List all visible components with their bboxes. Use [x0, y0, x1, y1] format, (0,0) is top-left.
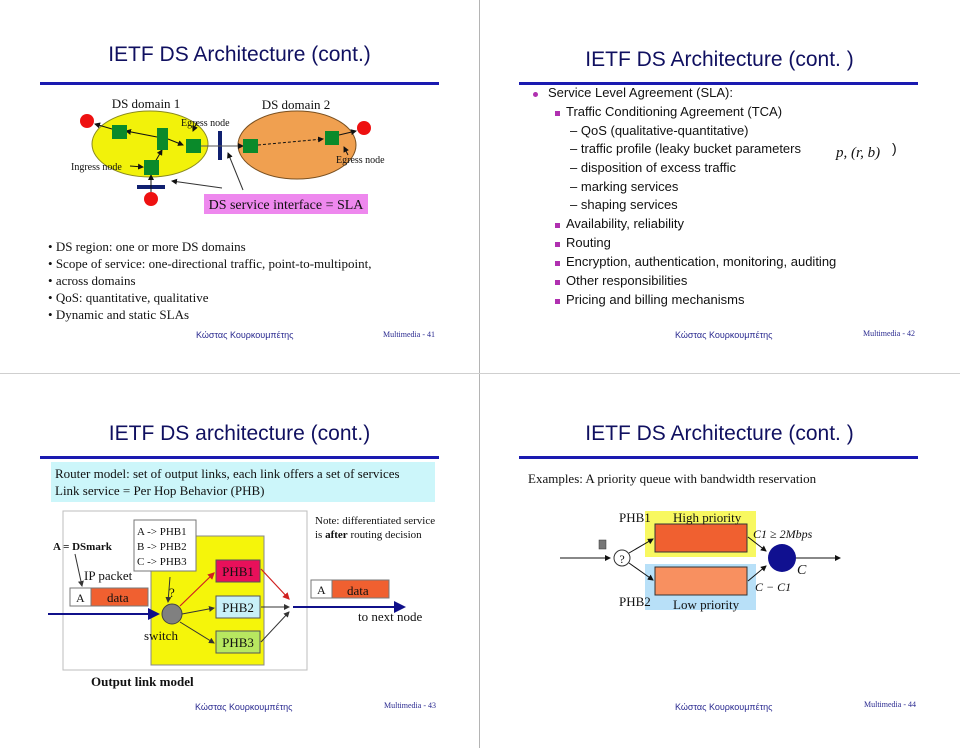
item-other: Other responsibilities	[566, 273, 688, 288]
item-availability: Availability, reliability	[566, 216, 685, 231]
bullet-square-icon	[555, 299, 560, 304]
node-interior-1	[112, 125, 127, 139]
node-domain2-ingress	[243, 139, 258, 153]
footer-author: Κώστας Κουρκουμπέτης	[195, 702, 293, 712]
bullet-square-icon	[555, 280, 560, 285]
out-packet-data-label: data	[347, 583, 369, 598]
leaky-bucket-formula: p, (r, b)	[836, 145, 881, 161]
high-priority-queue	[654, 523, 748, 553]
item-disposition: – disposition of excess traffic	[570, 160, 736, 175]
priority-queue-diagram: High priority Low priority PHB1 PHB2 ? C…	[560, 510, 841, 612]
endpoint-bottom	[144, 192, 158, 206]
footer-page-number: Multimedia - 43	[384, 701, 436, 710]
bullet-item: • Scope of service: one-directional traf…	[48, 256, 372, 271]
low-priority-label: Low priority	[673, 597, 740, 612]
out-packet-header-label: A	[317, 583, 326, 597]
question-mark: ?	[169, 585, 175, 600]
phb1-label: PHB1	[619, 510, 651, 525]
output-link-model-diagram: A -> PHB1 B -> PHB2 C -> PHB3 A = DSmark…	[48, 510, 435, 689]
item-shaping: – shaping services	[570, 197, 678, 212]
ds-domains-diagram: DS service interface = SLA DS domain 1 D…	[71, 96, 385, 214]
endpoint-source-topleft	[80, 114, 94, 128]
mapping-row: A -> PHB1	[137, 526, 187, 538]
bullet-item: • across domains	[48, 273, 136, 288]
bullet-square-icon	[555, 223, 560, 228]
note-line-2: is after routing decision	[315, 529, 422, 541]
capacity-c-label: C	[797, 563, 807, 578]
node-interior-2	[157, 128, 168, 150]
footer-author: Κώστας Κουρκουμπέτης	[196, 330, 294, 340]
bullet-item: • QoS: quantitative, qualitative	[48, 290, 209, 305]
ds-domain-1-label: DS domain 1	[112, 96, 181, 111]
item-sla: Service Level Agreement (SLA):	[548, 85, 733, 100]
output-link-model-caption: Output link model	[91, 674, 194, 689]
phb1-label: PHB1	[222, 564, 254, 579]
bullet-square-icon	[555, 242, 560, 247]
c-minus-c1-label: C − C1	[755, 580, 791, 594]
bullet-item: • Dynamic and static SLAs	[48, 307, 190, 322]
packet-header-label: A	[76, 591, 85, 605]
slide-44: IETF DS Architecture (cont. ) Examples: …	[480, 374, 959, 747]
node-egress-2	[325, 131, 339, 145]
bullet-dot-icon	[533, 92, 538, 97]
node-egress-1	[186, 139, 201, 153]
sla-label: DS service interface = SLA	[209, 198, 365, 213]
egress-node-label-1: Egress node	[181, 118, 230, 129]
c1-bandwidth-label: C1 ≥ 2Mbps	[753, 527, 813, 541]
bullet-square-icon	[555, 111, 560, 116]
bullet-square-icon	[555, 261, 560, 266]
next-node-label: to next node	[358, 609, 422, 624]
footer-page-number: Multimedia - 41	[383, 330, 435, 339]
footer-author: Κώστας Κουρκουμπέτης	[675, 330, 773, 340]
mapping-row: C -> PHB3	[137, 556, 187, 568]
server-link-icon	[768, 544, 796, 572]
high-priority-label: High priority	[673, 510, 742, 525]
item-pricing: Pricing and billing mechanisms	[566, 292, 745, 307]
switch-icon	[161, 603, 183, 625]
footer-author: Κώστας Κουρκουμπέτης	[675, 702, 773, 712]
phb3-label: PHB3	[222, 635, 254, 650]
slide-42: IETF DS Architecture (cont. ) Service Le…	[480, 0, 959, 373]
item-encryption: Encryption, authentication, monitoring, …	[566, 254, 837, 269]
footer-page-number: Multimedia - 42	[863, 329, 915, 338]
formula-close-paren: )	[892, 140, 897, 156]
phb2-label: PHB2	[619, 594, 651, 609]
item-qos: – QoS (qualitative-quantitative)	[570, 123, 749, 138]
low-priority-queue	[654, 566, 748, 596]
bullet-list: • DS region: one or more DS domains • Sc…	[48, 238, 371, 323]
packet-icon	[598, 539, 607, 550]
note-line-1: Note: differentiated service	[315, 515, 435, 527]
item-marking: – marking services	[570, 179, 679, 194]
classifier-question-mark: ?	[619, 552, 624, 566]
endpoint-right	[357, 121, 371, 135]
switch-label: switch	[144, 628, 178, 643]
slide-title: IETF DS Architecture (cont. )	[585, 48, 854, 71]
item-traffic-profile: – traffic profile (leaky bucket paramete…	[570, 141, 801, 156]
footer-page-number: Multimedia - 44	[864, 700, 916, 709]
item-tca: Traffic Conditioning Agreement (TCA)	[566, 104, 783, 119]
node-ingress	[144, 160, 159, 175]
slide-41: IETF DS Architecture (cont.) DS service …	[0, 0, 479, 373]
ds-domain-2-label: DS domain 2	[262, 97, 331, 112]
item-routing: Routing	[566, 235, 611, 250]
egress-node-label-2: Egress node	[336, 155, 385, 166]
mapping-row: B -> PHB2	[137, 541, 187, 553]
ip-packet-label: IP packet	[84, 568, 133, 583]
ingress-node-label: Ingress node	[71, 162, 122, 173]
packet-data-label: data	[107, 590, 129, 605]
slide-43: IETF DS architecture (cont.) Router mode…	[0, 374, 479, 747]
bullet-item: • DS region: one or more DS domains	[48, 239, 246, 254]
dsmark-label: A = DSmark	[53, 541, 113, 553]
phb2-label: PHB2	[222, 600, 254, 615]
